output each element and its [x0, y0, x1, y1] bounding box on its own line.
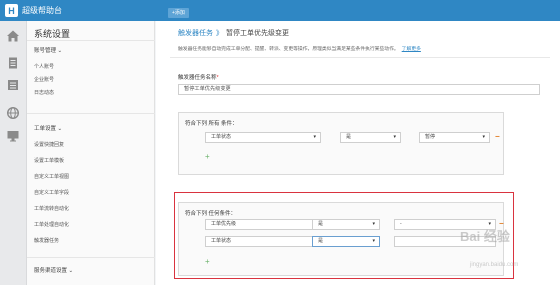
trigger-name-label-text: 触发器任务名称 [178, 75, 217, 81]
icon-bar [0, 21, 27, 285]
condition-operator-value: 是 [346, 134, 352, 140]
sidebar-title: 系统设置 [34, 29, 71, 39]
sidebar-item-trigger-task[interactable]: 触发器任务 [34, 237, 59, 244]
chevron-down-icon: ▾ [313, 134, 316, 140]
breadcrumb-arrow: 》 [216, 30, 223, 37]
sidebar-item-personal-account[interactable]: 个人账号 [34, 63, 54, 70]
learn-more-link[interactable]: 了解更多 [402, 47, 421, 52]
sidebar-item-ticket-template[interactable]: 设置工单模板 [34, 157, 64, 164]
divider [27, 257, 155, 258]
all-conditions-title: 符合下列 所有 条件： [185, 121, 238, 127]
sidebar-item-quick-reply[interactable]: 设置快捷回复 [34, 141, 64, 148]
sidebar-item-enterprise-account[interactable]: 企业账号 [34, 76, 54, 83]
list-icon[interactable] [6, 78, 20, 92]
condition-field-select[interactable]: 工单状态 ▾ [205, 132, 321, 143]
description-text: 触发器任务能够自动完成工单分配、提醒、转派、变更等操作，原理类似当满足某些条件执… [178, 47, 399, 52]
chevron-down-icon: ▾ [482, 134, 485, 140]
top-bar: H 超级帮助台 +添加 [0, 0, 560, 21]
watermark-sub: jingyan.baidu.com [470, 262, 519, 268]
globe-icon[interactable] [6, 106, 20, 120]
watermark: Bai 经验 [460, 229, 510, 244]
sidebar-section-channel[interactable]: 服务渠道设置 ⌄ [34, 266, 73, 274]
monitor-icon[interactable] [6, 129, 20, 143]
breadcrumb: 触发器任务》暂停工单优先级变更 [178, 28, 289, 38]
remove-condition-icon[interactable]: − [495, 133, 500, 141]
brand[interactable]: H 超级帮助台 [5, 3, 62, 18]
add-condition-icon[interactable]: + [205, 153, 210, 161]
condition-operator-select[interactable]: 是 ▾ [340, 132, 401, 143]
brand-logo: H [5, 4, 18, 17]
sidebar-section-account[interactable]: 账号管理 ⌄ [34, 46, 62, 54]
divider [27, 40, 155, 41]
add-tab[interactable]: +添加 [168, 8, 189, 18]
divider [27, 113, 155, 114]
settings-sidebar: 系统设置 账号管理 ⌄ 个人账号 企业账号 日志动态 工单设置 ⌄ 设置快捷回复… [27, 21, 155, 285]
condition-field-value: 工单状态 [211, 134, 232, 140]
app-name: 超级帮助台 [22, 6, 62, 15]
sidebar-item-process-automation[interactable]: 工单处理自动化 [34, 221, 69, 228]
trigger-name-label: 触发器任务名称* [178, 73, 219, 81]
all-conditions-panel: 符合下列 所有 条件： 工单状态 ▾ 是 ▾ 暂停 ▾ − + [178, 112, 504, 175]
document-icon[interactable] [6, 56, 20, 70]
chevron-down-icon: ▾ [393, 134, 396, 140]
trigger-name-input[interactable]: 暂停工单优先级变更 [178, 84, 540, 95]
required-mark: * [216, 75, 219, 81]
breadcrumb-parent-link[interactable]: 触发器任务 [178, 30, 213, 37]
page-description: 触发器任务能够自动完成工单分配、提醒、转派、变更等操作，原理类似当满足某些条件执… [178, 45, 421, 52]
sidebar-item-log[interactable]: 日志动态 [34, 89, 54, 96]
sidebar-item-ticket-field[interactable]: 自定义工单字段 [34, 189, 69, 196]
condition-value-value: 暂停 [425, 134, 436, 140]
home-icon[interactable] [6, 29, 20, 43]
condition-value-select[interactable]: 暂停 ▾ [419, 132, 490, 143]
sidebar-section-ticket[interactable]: 工单设置 ⌄ [34, 124, 62, 132]
breadcrumb-current: 暂停工单优先级变更 [226, 30, 289, 37]
sidebar-item-flow-automation[interactable]: 工单流转自动化 [34, 205, 69, 212]
sidebar-item-ticket-view[interactable]: 自定义工单视图 [34, 173, 69, 180]
divider [170, 57, 550, 58]
